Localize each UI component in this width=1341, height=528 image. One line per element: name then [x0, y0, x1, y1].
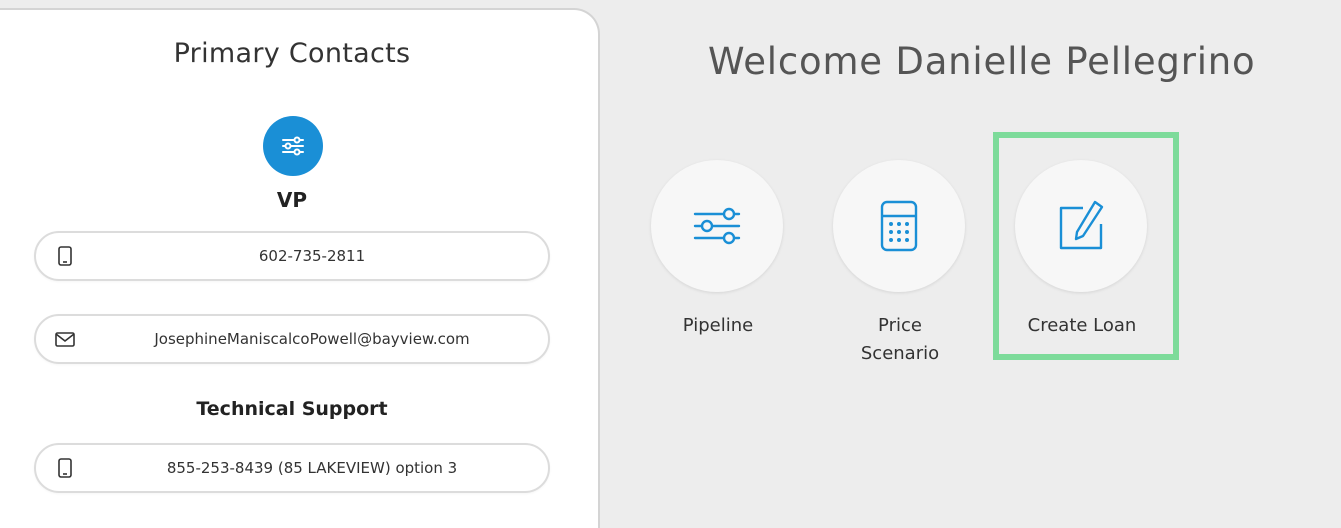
vp-email: JosephineManiscalcoPowell@bayview.com [154, 330, 470, 348]
vp-phone: 602-735-2811 [258, 247, 366, 265]
support-phone: 855-253-8439 (85 LAKEVIEW) option 3 [166, 459, 458, 477]
tile-label-line1: Price [878, 315, 922, 336]
create-loan-highlight [993, 132, 1179, 360]
tile-label: Pipeline [682, 315, 754, 336]
phone-icon [54, 457, 76, 479]
sliders-icon [263, 116, 323, 176]
tile-label: Price Scenario [810, 312, 990, 368]
tile-label-line2: Scenario [860, 343, 940, 364]
vp-email-pill[interactable]: JosephineManiscalcoPowell@bayview.com [34, 314, 550, 364]
tile-pipeline[interactable]: Pipeline [648, 160, 788, 360]
panel-title: Primary Contacts [173, 38, 411, 69]
calculator-icon[interactable] [833, 160, 965, 292]
sliders-icon[interactable] [651, 160, 783, 292]
contacts-panel: Primary Contacts VP 602-735-2811 Josephi… [0, 8, 600, 528]
support-title: Technical Support [196, 398, 388, 420]
vp-phone-pill[interactable]: 602-735-2811 [34, 231, 550, 281]
phone-icon [54, 245, 76, 267]
tile-price-scenario[interactable]: Price Scenario [830, 160, 970, 364]
mail-icon [54, 328, 76, 350]
support-phone-pill[interactable]: 855-253-8439 (85 LAKEVIEW) option 3 [34, 443, 550, 493]
vp-title: VP [276, 188, 308, 212]
welcome-heading: Welcome Danielle Pellegrino [708, 40, 1256, 83]
